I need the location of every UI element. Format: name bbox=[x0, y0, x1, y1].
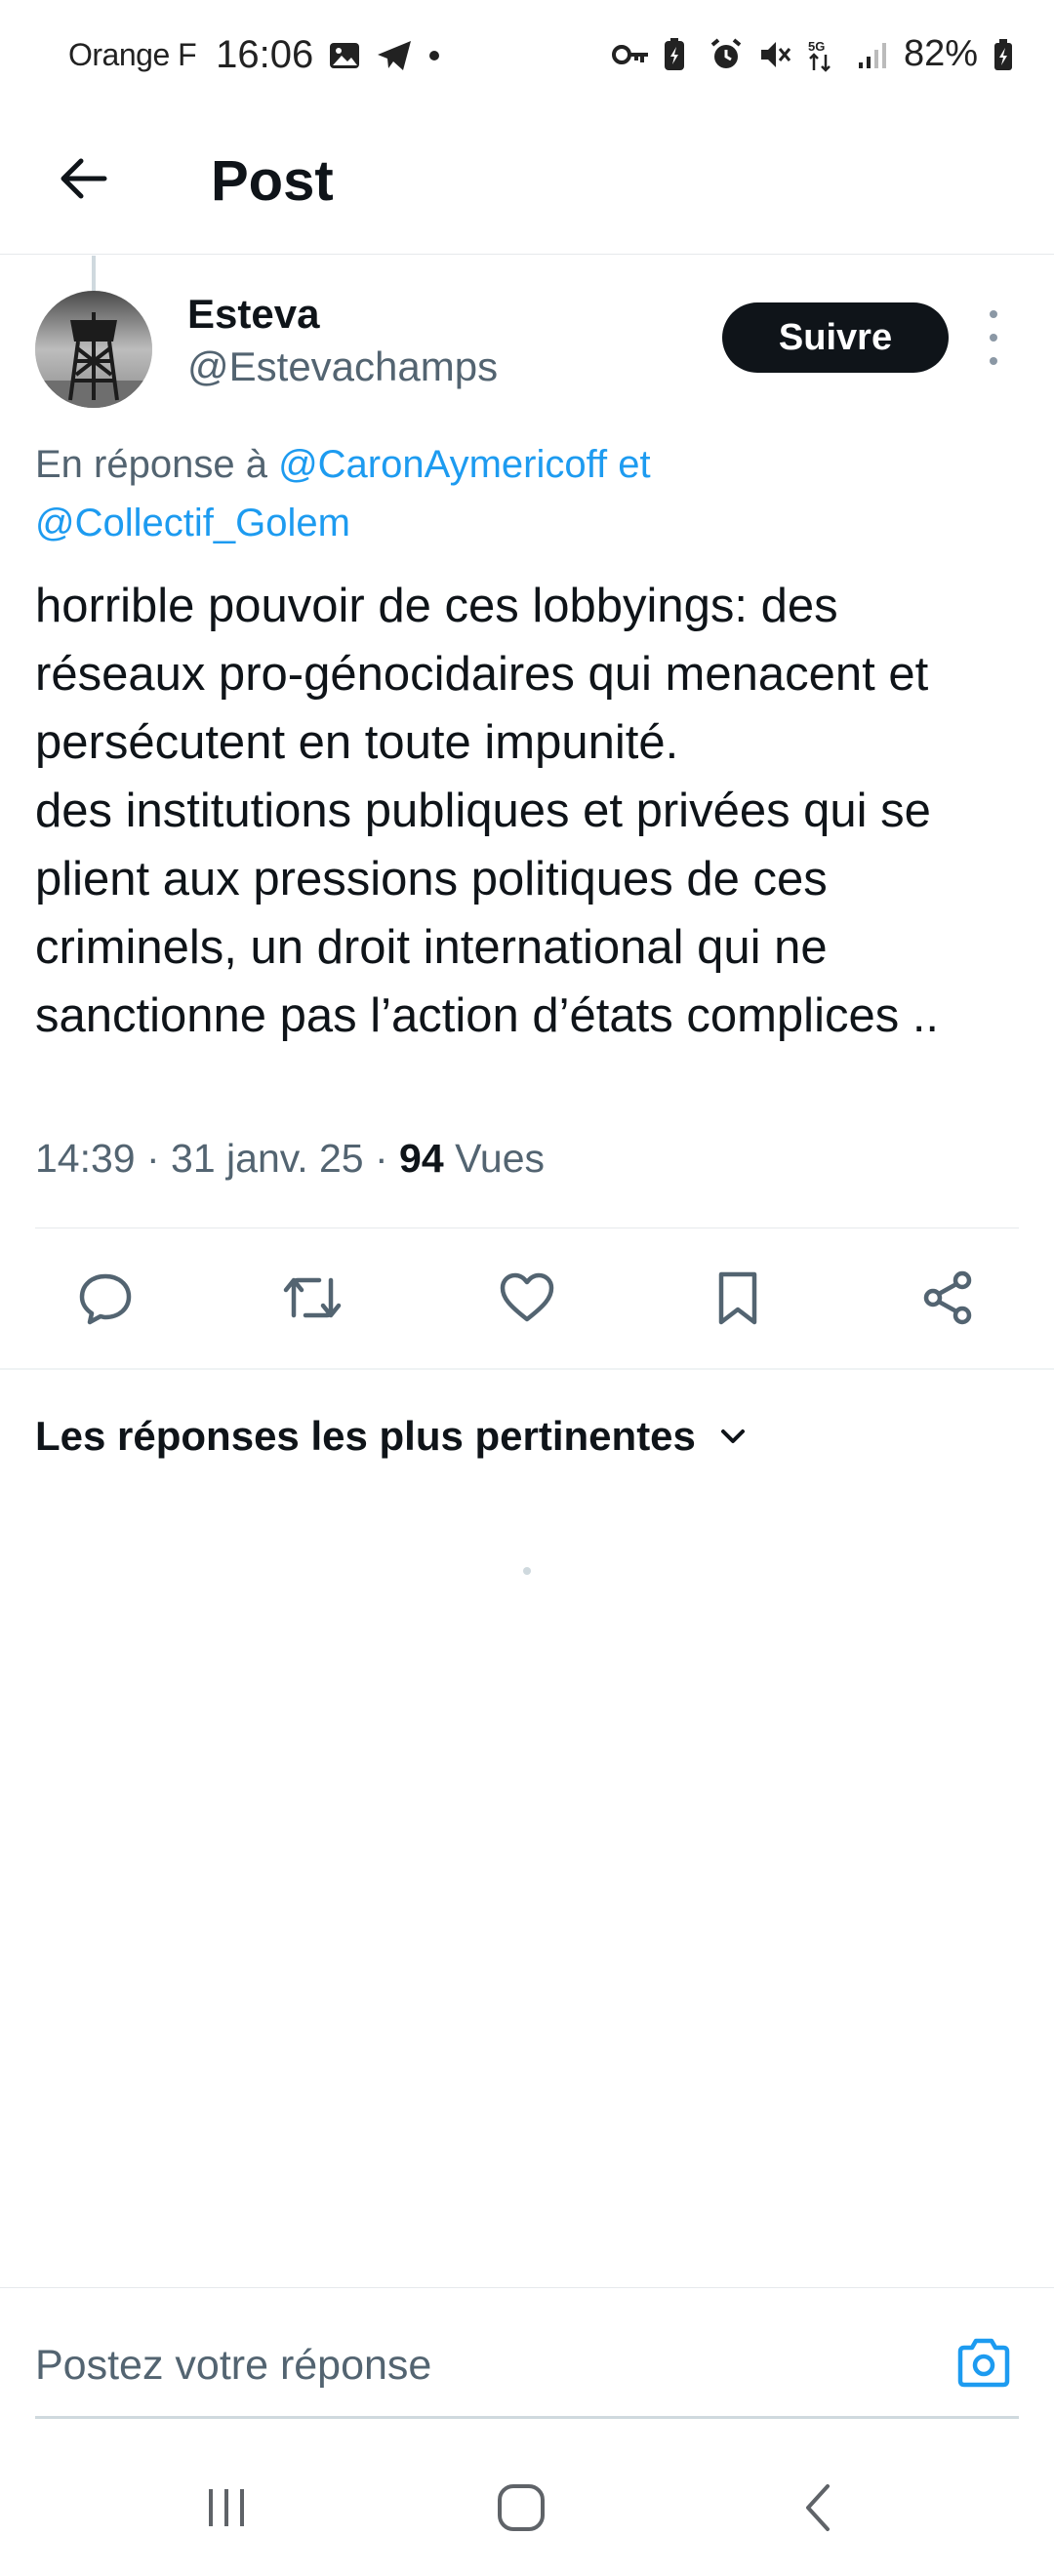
reply-to-line: En réponse à @CaronAymericoff et @Collec… bbox=[35, 435, 1011, 552]
reply-button[interactable] bbox=[66, 1259, 144, 1337]
mute-icon bbox=[757, 37, 792, 72]
views-label: Vues bbox=[455, 1136, 545, 1181]
post-time: 14:39 bbox=[35, 1136, 136, 1181]
mention-link[interactable]: @CaronAymericoff bbox=[278, 443, 607, 486]
bookmark-icon bbox=[718, 1271, 757, 1325]
thread-connector bbox=[92, 256, 96, 291]
svg-text:5G: 5G bbox=[808, 39, 825, 54]
views-count: 94 bbox=[399, 1136, 444, 1181]
clock: 16:06 bbox=[216, 33, 314, 76]
notification-dot-icon bbox=[425, 38, 444, 73]
battery-percent: 82% bbox=[903, 33, 978, 74]
avatar[interactable] bbox=[35, 291, 152, 408]
carrier-label: Orange F bbox=[68, 37, 197, 72]
bookmark-button[interactable] bbox=[699, 1259, 777, 1337]
system-nav-bar bbox=[0, 2439, 1054, 2576]
camera-button[interactable] bbox=[953, 2332, 1015, 2395]
recent-apps-button[interactable] bbox=[178, 2469, 275, 2547]
post-meta: 14:39 · 31 janv. 25 · 94 Vues bbox=[35, 1136, 545, 1181]
reply-to-prefix: En réponse à bbox=[35, 443, 279, 486]
battery-icon bbox=[992, 37, 1015, 72]
repost-icon bbox=[283, 1277, 342, 1318]
share-icon bbox=[923, 1270, 972, 1325]
system-back-button[interactable] bbox=[769, 2469, 867, 2547]
recent-apps-icon bbox=[209, 2489, 244, 2526]
battery-saver-icon bbox=[660, 37, 695, 72]
chevron-left-icon bbox=[806, 2484, 830, 2531]
page-title: Post bbox=[211, 149, 334, 213]
alarm-icon bbox=[709, 37, 744, 72]
share-button[interactable] bbox=[910, 1259, 988, 1337]
replies-sort-dropdown[interactable]: Les réponses les plus pertinentes bbox=[35, 1413, 750, 1460]
status-bar-left: Orange F 16:06 bbox=[68, 33, 444, 77]
composer-divider bbox=[0, 2287, 1054, 2288]
status-bar-right: 5G 82% bbox=[611, 33, 1015, 75]
reply-to-connector: et bbox=[607, 443, 651, 486]
mention-link[interactable]: @Collectif_Golem bbox=[35, 502, 350, 544]
follow-button[interactable]: Suivre bbox=[722, 302, 949, 373]
home-button[interactable] bbox=[472, 2469, 570, 2547]
reply-input[interactable] bbox=[35, 2326, 913, 2404]
loading-indicator bbox=[523, 1567, 531, 1575]
composer-underline bbox=[35, 2416, 1019, 2419]
image-icon bbox=[327, 38, 362, 73]
top-app-bar: Post bbox=[0, 109, 1054, 255]
post-text: horrible pouvoir de ces lobbyings: des r… bbox=[35, 580, 940, 1042]
home-icon bbox=[498, 2484, 545, 2531]
post-date: 31 janv. 25 bbox=[171, 1136, 364, 1181]
like-button[interactable] bbox=[488, 1259, 566, 1337]
chevron-down-icon bbox=[720, 1429, 745, 1443]
author-name[interactable]: Esteva bbox=[187, 291, 319, 338]
reply-icon bbox=[79, 1273, 132, 1325]
post-actions bbox=[35, 1259, 1019, 1337]
section-divider bbox=[0, 1368, 1054, 1370]
telegram-icon bbox=[376, 38, 412, 73]
back-button[interactable] bbox=[49, 144, 117, 213]
camera-icon bbox=[957, 2338, 1010, 2388]
like-icon bbox=[500, 1272, 554, 1322]
more-options-icon[interactable] bbox=[976, 310, 1011, 365]
5g-icon: 5G bbox=[806, 37, 841, 72]
signal-icon bbox=[855, 37, 890, 72]
vpn-key-icon bbox=[611, 37, 648, 72]
sort-label: Les réponses les plus pertinentes bbox=[35, 1413, 696, 1459]
author-handle[interactable]: @Estevachamps bbox=[187, 343, 498, 390]
arrow-left-icon bbox=[61, 158, 107, 199]
repost-button[interactable] bbox=[273, 1259, 351, 1337]
status-bar: Orange F 16:06 5G 82% bbox=[0, 0, 1054, 109]
